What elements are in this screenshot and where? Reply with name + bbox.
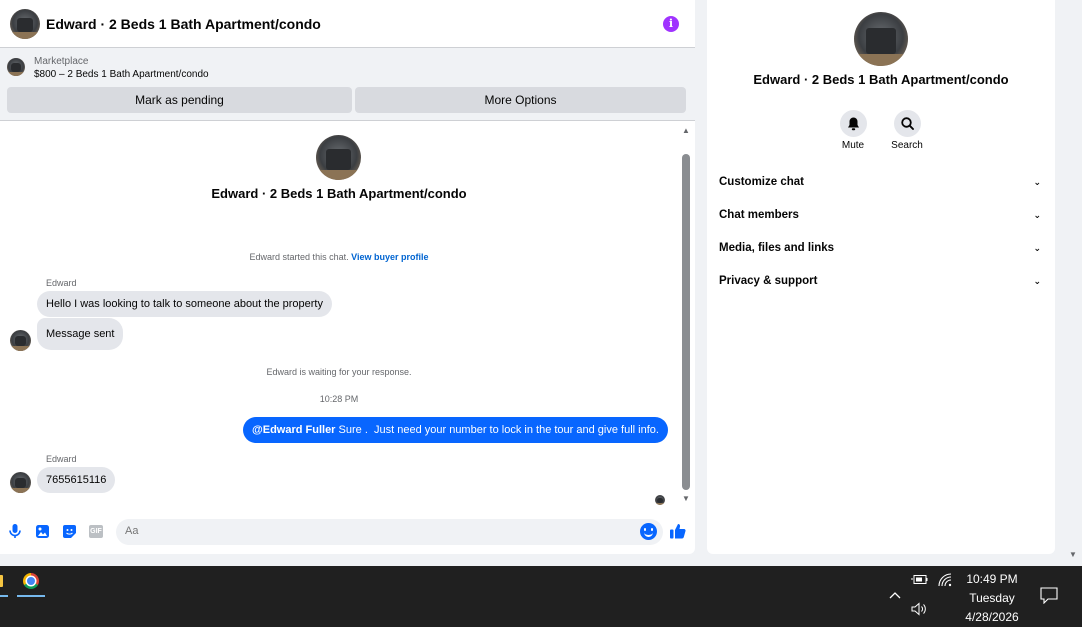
page-scroll-down-arrow[interactable]: ▼ <box>1069 550 1077 559</box>
details-avatar[interactable] <box>854 12 908 66</box>
speaker-icon[interactable] <box>911 602 929 619</box>
sender-name: Edward <box>46 278 77 288</box>
scroll-down-arrow[interactable]: ▼ <box>681 494 691 503</box>
section-label: Customize chat <box>719 176 804 188</box>
seen-indicator-avatar <box>655 495 665 505</box>
more-options-button[interactable]: More Options <box>355 87 686 113</box>
chat-header: Edward · 2 Beds 1 Bath Apartment/condo i <box>0 0 695 48</box>
listing-info[interactable]: Marketplace $800 – 2 Beds 1 Bath Apartme… <box>34 56 209 82</box>
conversation-title: Edward · 2 Beds 1 Bath Apartment/condo <box>211 186 467 201</box>
battery-icon[interactable] <box>911 574 928 588</box>
search-label: Search <box>891 140 923 151</box>
chat-panel: Edward · 2 Beds 1 Bath Apartment/condo i… <box>0 0 695 554</box>
chat-started-text: Edward started this chat. <box>249 252 349 262</box>
folder-icon <box>0 575 3 587</box>
details-title: Edward · 2 Beds 1 Bath Apartment/condo <box>753 72 1009 87</box>
section-chat-members[interactable]: Chat members ⌄ <box>719 205 1041 225</box>
sender-avatar[interactable] <box>10 330 31 351</box>
chrome-icon <box>23 573 39 589</box>
message-list: Edward · 2 Beds 1 Bath Apartment/condo E… <box>0 122 695 512</box>
outgoing-message[interactable]: @Edward Fuller Sure . Just need your num… <box>243 417 668 443</box>
image-icon[interactable] <box>34 523 50 539</box>
chat-title[interactable]: Edward · 2 Beds 1 Bath Apartment/condo <box>46 16 663 32</box>
microphone-icon[interactable] <box>7 523 23 539</box>
chevron-down-icon: ⌄ <box>1033 209 1041 220</box>
system-clock[interactable]: 10:49 PM Tuesday 4/28/2026 <box>957 570 1027 627</box>
section-label: Media, files and links <box>719 242 835 254</box>
clock-time: 10:49 PM <box>966 572 1018 586</box>
section-customize-chat[interactable]: Customize chat ⌄ <box>719 172 1041 192</box>
reply-message[interactable]: 7655615116 <box>37 467 116 493</box>
chevron-down-icon: ⌄ <box>1033 176 1041 187</box>
header-avatar[interactable] <box>10 8 40 39</box>
clock-date: 4/28/2026 <box>965 610 1019 624</box>
chevron-down-icon: ⌄ <box>1033 275 1041 286</box>
sticker-icon[interactable] <box>61 523 77 539</box>
waiting-notice: Edward is waiting for your response. <box>266 367 412 377</box>
message-input-box[interactable] <box>116 519 663 545</box>
incoming-message[interactable]: Hello I was looking to talk to someone a… <box>37 291 332 317</box>
taskbar-app-chrome[interactable] <box>17 566 45 598</box>
mark-as-pending-button[interactable]: Mark as pending <box>7 87 352 113</box>
search-button[interactable]: Search <box>887 110 927 151</box>
gif-icon[interactable]: GIF <box>88 523 104 539</box>
conversation-avatar[interactable] <box>316 135 361 180</box>
message-timestamp: 10:28 PM <box>319 394 359 404</box>
listing-title: $800 – 2 Beds 1 Bath Apartment/condo <box>34 69 209 80</box>
reply-sender-name: Edward <box>46 454 77 464</box>
bell-icon[interactable] <box>839 110 867 137</box>
marketplace-label: Marketplace <box>34 56 89 67</box>
conversation-details-panel: Edward · 2 Beds 1 Bath Apartment/condo M… <box>707 0 1055 554</box>
mute-label: Mute <box>841 140 865 151</box>
info-icon[interactable]: i <box>663 15 679 32</box>
mention-tag[interactable]: @Edward Fuller <box>252 424 335 436</box>
wifi-icon[interactable] <box>938 573 952 590</box>
mute-button[interactable]: Mute <box>833 110 873 151</box>
message-scrollbar[interactable]: ▲ ▼ <box>681 122 691 508</box>
listing-thumbnail[interactable] <box>7 58 25 76</box>
clock-day: Tuesday <box>969 591 1015 605</box>
message-sent-bubble[interactable]: Message sent <box>37 318 124 350</box>
like-icon[interactable] <box>669 522 687 540</box>
notification-center-icon[interactable] <box>1040 587 1058 607</box>
scroll-thumb[interactable] <box>682 154 690 490</box>
reply-sender-avatar[interactable] <box>10 472 31 493</box>
search-icon[interactable] <box>893 110 921 137</box>
view-buyer-profile-link[interactable]: View buyer profile <box>351 252 428 262</box>
message-composer: GIF <box>0 516 695 548</box>
active-app-indicator <box>0 595 8 597</box>
taskbar: 10:49 PM Tuesday 4/28/2026 <box>0 566 1082 627</box>
show-hidden-icons-chevron-icon[interactable] <box>889 590 901 602</box>
active-app-indicator <box>17 595 45 597</box>
section-privacy-support[interactable]: Privacy & support ⌄ <box>719 271 1041 291</box>
outgoing-message-text: Sure . Just need your number to lock in … <box>335 424 659 436</box>
section-media-files-links[interactable]: Media, files and links ⌄ <box>719 238 1041 258</box>
section-label: Privacy & support <box>719 275 818 287</box>
gif-label: GIF <box>89 524 103 538</box>
scroll-up-arrow[interactable]: ▲ <box>681 126 691 135</box>
chevron-down-icon: ⌄ <box>1033 242 1041 253</box>
section-label: Chat members <box>719 209 799 221</box>
emoji-icon[interactable] <box>640 523 657 540</box>
message-input[interactable] <box>125 525 625 537</box>
chat-started-notice: Edward started this chat. View buyer pro… <box>0 252 678 262</box>
taskbar-app-file-explorer[interactable] <box>0 566 8 598</box>
